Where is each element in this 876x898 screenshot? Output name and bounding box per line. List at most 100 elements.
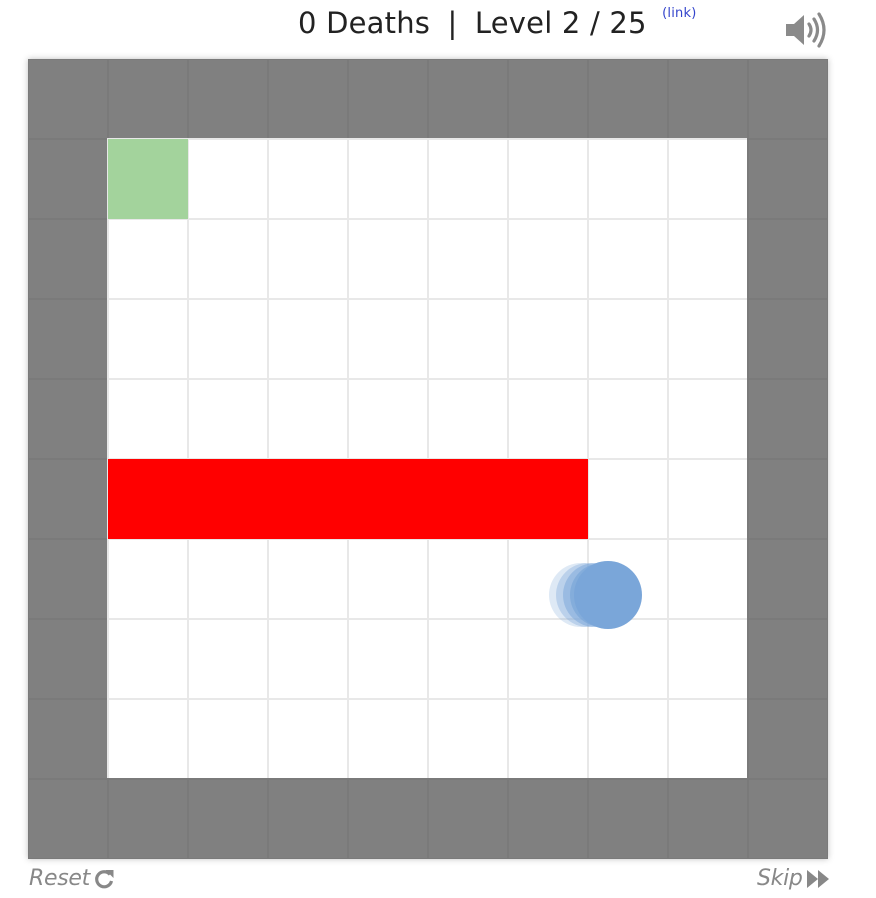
game-board[interactable] [28, 59, 828, 859]
wall-tile [28, 458, 109, 540]
floor-tile [427, 618, 509, 700]
level-label: Level [474, 6, 553, 40]
floor-tile [507, 618, 589, 700]
wall-tile [667, 59, 749, 140]
floor-tile [427, 378, 509, 460]
player-ball [574, 561, 642, 629]
wall-tile [28, 778, 109, 859]
wall-tile [747, 298, 828, 380]
speaker-volume-icon [786, 12, 826, 48]
floor-tile [587, 138, 669, 220]
floor-tile [587, 698, 669, 780]
floor-tile [667, 298, 749, 380]
fast-forward-icon [806, 869, 829, 888]
floor-tile [107, 298, 189, 380]
floor-tile [587, 378, 669, 460]
wall-tile [427, 59, 509, 140]
wall-tile [747, 458, 828, 540]
wall-tile [587, 59, 669, 140]
deaths-label: Deaths [326, 6, 431, 40]
wall-tile [28, 298, 109, 380]
floor-tile [507, 138, 589, 220]
floor-tile [667, 218, 749, 300]
floor-tile [507, 698, 589, 780]
floor-tile [187, 698, 269, 780]
skip-label: Skip [757, 866, 803, 891]
floor-tile [187, 138, 269, 220]
floor-tile [507, 218, 589, 300]
wall-tile [747, 138, 828, 220]
level-divider: / [589, 6, 600, 40]
wall-tile [747, 618, 828, 700]
floor-tile [507, 378, 589, 460]
goal-tile [108, 139, 188, 219]
floor-tile [507, 298, 589, 380]
wall-tile [187, 778, 269, 859]
deaths-count: 0 [298, 6, 317, 40]
floor-tile [187, 618, 269, 700]
floor-tile [267, 698, 349, 780]
floor-tile [347, 138, 429, 220]
wall-tile [427, 778, 509, 859]
floor-tile [267, 618, 349, 700]
floor-tile [347, 538, 429, 620]
floor-tile [667, 138, 749, 220]
wall-tile [28, 218, 109, 300]
wall-tile [107, 778, 189, 859]
level-link[interactable]: (link) [662, 6, 696, 21]
floor-tile [107, 538, 189, 620]
wall-tile [28, 59, 109, 140]
wall-tile [187, 59, 269, 140]
floor-tile [667, 698, 749, 780]
floor-tile [347, 218, 429, 300]
floor-tile [107, 218, 189, 300]
floor-tile [347, 298, 429, 380]
floor-tile [347, 618, 429, 700]
wall-tile [667, 778, 749, 859]
floor-tile [267, 298, 349, 380]
wall-tile [28, 698, 109, 780]
floor-tile [587, 458, 669, 540]
wall-tile [507, 59, 589, 140]
hazard-bar [108, 459, 588, 539]
floor-tile [667, 618, 749, 700]
wall-tile [747, 218, 828, 300]
floor-tile [347, 378, 429, 460]
wall-tile [267, 778, 349, 859]
floor-tile [187, 538, 269, 620]
wall-tile [28, 618, 109, 700]
floor-tile [347, 698, 429, 780]
wall-tile [28, 538, 109, 620]
floor-tile [267, 378, 349, 460]
floor-tile [587, 218, 669, 300]
floor-tile [427, 538, 509, 620]
floor-tile [267, 538, 349, 620]
wall-tile [507, 778, 589, 859]
reset-label: Reset [29, 866, 90, 891]
floor-tile [187, 218, 269, 300]
wall-tile [747, 378, 828, 460]
floor-tile [667, 458, 749, 540]
wall-tile [747, 698, 828, 780]
wall-tile [747, 538, 828, 620]
floor-tile [267, 218, 349, 300]
skip-button[interactable]: Skip [757, 866, 830, 891]
wall-tile [107, 59, 189, 140]
floor-tile [667, 378, 749, 460]
reset-button[interactable]: Reset [29, 866, 115, 891]
floor-tile [187, 298, 269, 380]
game-header: 0 Deaths | Level 2 / 25 (link) [0, 0, 876, 56]
wall-tile [587, 778, 669, 859]
level-current: 2 [561, 6, 581, 40]
floor-tile [427, 218, 509, 300]
wall-tile [747, 59, 828, 140]
floor-tile [427, 298, 509, 380]
floor-tile [427, 698, 509, 780]
wall-tile [347, 778, 429, 859]
status-separator: | [447, 6, 458, 40]
wall-tile [28, 378, 109, 460]
floor-tile [427, 138, 509, 220]
sound-toggle-button[interactable] [784, 10, 830, 50]
board-canvas[interactable] [28, 59, 828, 859]
floor-tile [107, 378, 189, 460]
